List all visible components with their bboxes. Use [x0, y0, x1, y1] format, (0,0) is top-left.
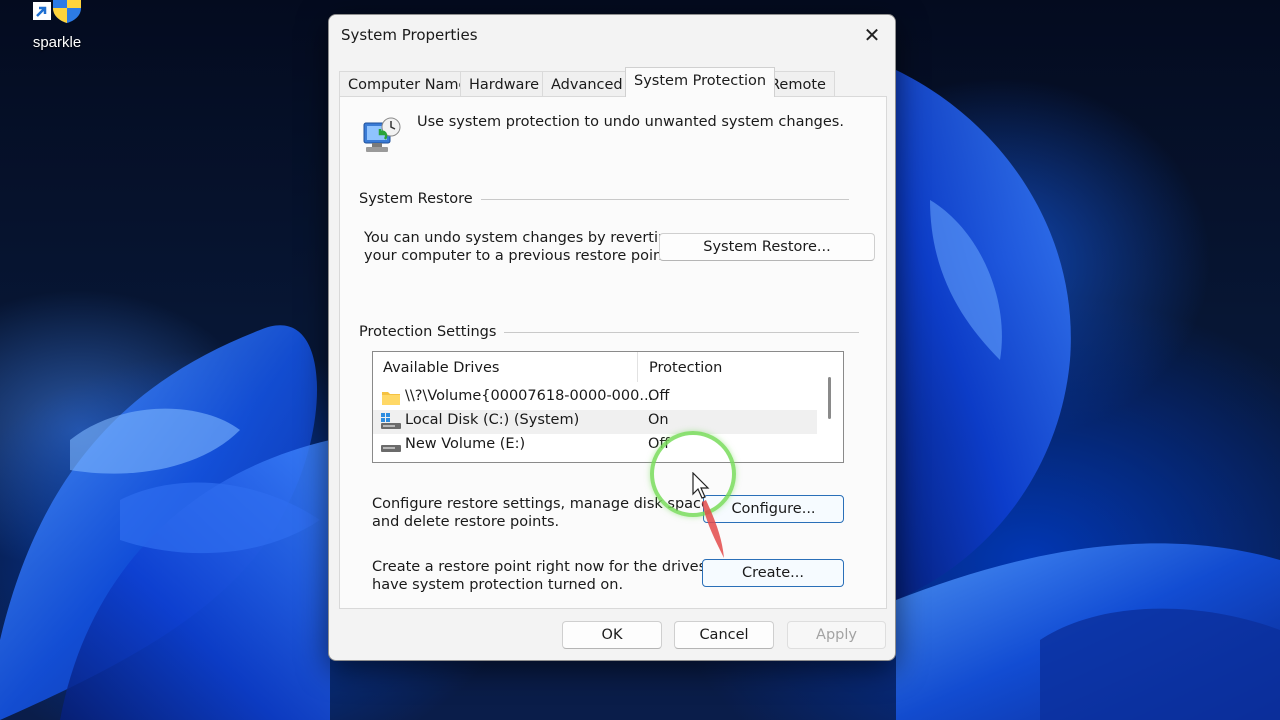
system-restore-button[interactable]: System Restore...: [659, 233, 875, 261]
create-description-line2: have system protection turned on.: [372, 577, 624, 593]
shortcut-shield-icon: [25, 0, 89, 30]
ok-button[interactable]: OK: [562, 621, 662, 649]
column-header-protection[interactable]: Protection: [649, 360, 722, 376]
system-restore-description-line2: your computer to a previous restore poin…: [364, 248, 673, 264]
available-drives-list[interactable]: Available Drives Protection \\?\Volume{0…: [372, 351, 844, 463]
drive-icon: [381, 437, 401, 454]
drive-name: New Volume (E:): [405, 436, 526, 452]
tab-computer-name[interactable]: Computer Name: [339, 71, 477, 97]
folder-icon: [381, 389, 401, 406]
protection-settings-group-title: Protection Settings: [359, 324, 505, 340]
drive-row-local-disk-c[interactable]: Local Disk (C:) (System) On: [373, 410, 817, 434]
system-drive-icon: [381, 413, 401, 430]
drive-name: Local Disk (C:) (System): [405, 412, 580, 428]
system-restore-description-line1: You can undo system changes by reverting: [364, 230, 677, 246]
tab-advanced[interactable]: Advanced: [542, 71, 632, 97]
system-properties-dialog: System Properties ✕ Computer Name Hardwa…: [328, 14, 896, 661]
drive-protection-status: Off: [648, 388, 670, 404]
drives-list-header: Available Drives Protection: [373, 352, 818, 386]
mouse-pointer-icon: [692, 472, 724, 558]
column-separator[interactable]: [637, 352, 638, 382]
intro-text: Use system protection to undo unwanted s…: [417, 114, 844, 130]
tab-hardware[interactable]: Hardware: [460, 71, 549, 97]
close-icon[interactable]: ✕: [849, 15, 895, 55]
create-description: Create a restore point right now for the…: [372, 558, 740, 594]
system-restore-description: You can undo system changes by reverting…: [364, 229, 676, 265]
system-restore-group-title: System Restore: [359, 191, 481, 207]
system-protection-panel: Use system protection to undo unwanted s…: [339, 96, 887, 609]
shortcut-label: sparkle: [32, 34, 82, 51]
dialog-title: System Properties: [341, 26, 478, 44]
configure-description-line2: and delete restore points.: [372, 514, 560, 530]
cancel-button[interactable]: Cancel: [674, 621, 774, 649]
create-button[interactable]: Create...: [702, 559, 844, 587]
apply-button[interactable]: Apply: [787, 621, 886, 649]
tab-strip: Computer Name Hardware Advanced System P…: [339, 67, 887, 97]
create-description-line1: Create a restore point right now for the…: [372, 559, 741, 575]
desktop-shortcut-sparkle[interactable]: sparkle: [14, 0, 100, 51]
dialog-titlebar[interactable]: System Properties ✕: [329, 15, 895, 57]
drive-row-volume[interactable]: \\?\Volume{00007618-0000-000... Off: [373, 386, 817, 410]
tab-system-protection[interactable]: System Protection: [625, 67, 776, 97]
scrollbar-thumb[interactable]: [828, 377, 831, 419]
column-header-available-drives[interactable]: Available Drives: [383, 360, 499, 376]
drive-protection-status: On: [648, 412, 669, 428]
drives-list-scrollbar[interactable]: [817, 352, 843, 462]
drive-row-new-volume-e[interactable]: New Volume (E:) Off: [373, 434, 817, 458]
system-protection-icon: [358, 115, 404, 161]
drive-name: \\?\Volume{00007618-0000-000...: [405, 388, 654, 404]
